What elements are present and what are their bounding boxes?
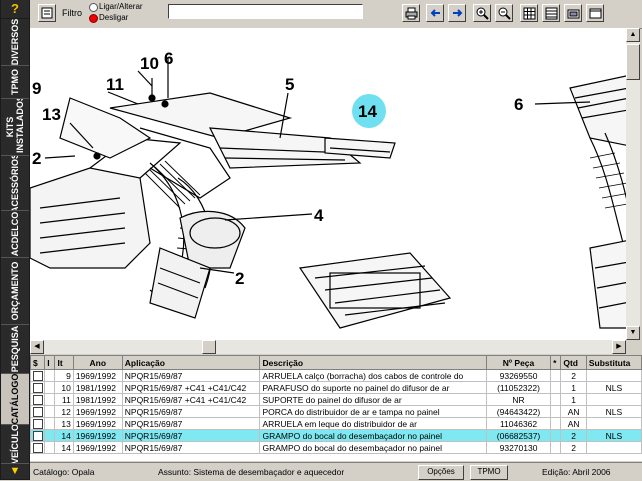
col-header[interactable]: * xyxy=(550,355,562,370)
row-checkbox[interactable] xyxy=(33,430,43,441)
radio-ligar[interactable] xyxy=(89,3,98,12)
callout-4: 4 xyxy=(314,206,324,225)
tab-veiculo[interactable]: VEÍCULO xyxy=(1,425,29,464)
callout-2-bottom: 2 xyxy=(235,269,244,288)
parts-diagram: 10 6 11 5 9 13 14 6 2 4 2 xyxy=(30,49,640,329)
col-header[interactable]: Qtd xyxy=(560,355,587,370)
help-button[interactable]: ? xyxy=(1,0,29,18)
table-row[interactable]: 12 1969/1992 NPQR15/69/87 PORCA do distr… xyxy=(30,405,642,418)
table-row[interactable]: 14 1969/1992 NPQR15/69/87 GRAMPO do boca… xyxy=(30,441,642,454)
status-bar: Catálogo: Opala Assunto: Sistema de dese… xyxy=(30,462,642,481)
options-button[interactable]: Opções xyxy=(418,465,464,480)
col-header[interactable]: I xyxy=(44,355,56,370)
tab-kits-label: KITS INSTALADOS xyxy=(5,99,25,153)
scroll-thumb-horizontal[interactable] xyxy=(202,340,216,354)
status-edicao: Edição: Abril 2006 xyxy=(542,467,611,477)
col-header[interactable]: $ xyxy=(30,355,46,370)
filter-input[interactable] xyxy=(168,4,363,19)
tab-orcamento[interactable]: ORÇAMENTO xyxy=(1,258,29,325)
row-checkbox[interactable] xyxy=(33,382,43,393)
arrow-left-icon[interactable] xyxy=(426,4,444,22)
parts-table: $ I It Ano Aplicação Descrição Nº Peça *… xyxy=(30,355,642,461)
row-checkbox[interactable] xyxy=(33,406,43,417)
tab-diversos[interactable]: DIVERSOS xyxy=(1,19,29,66)
radio-ligar-label: Ligar/Alterar xyxy=(99,2,143,11)
callout-13: 13 xyxy=(42,105,61,124)
toolbar: Filtro Ligar/Alterar Desligar xyxy=(30,0,642,29)
table-row[interactable]: 11 1981/1992 NPQR15/69/87 +C41 +C41/C42 … xyxy=(30,393,642,406)
window-icon[interactable] xyxy=(38,4,56,22)
callout-2-left: 2 xyxy=(32,149,41,168)
radio-desligar-label: Desligar xyxy=(99,13,129,22)
col-header[interactable]: Descrição xyxy=(259,355,487,370)
table-icon[interactable] xyxy=(542,4,560,22)
tab-catalogo[interactable]: CATÁLOGO xyxy=(1,374,29,425)
col-header[interactable]: It xyxy=(54,355,74,370)
horizontal-scrollbar[interactable]: ◀ ▶ xyxy=(30,340,626,354)
col-header[interactable]: Substituta xyxy=(585,355,642,370)
window-alt-icon[interactable] xyxy=(586,4,604,22)
tab-acessorios[interactable]: ACESSÓRIOS xyxy=(1,156,29,211)
tab-pesquisa[interactable]: PESQUISA xyxy=(1,325,29,374)
status-catalogo: Catálogo: Opala xyxy=(33,467,95,477)
col-header[interactable]: Aplicação xyxy=(121,355,261,370)
scroll-up-icon[interactable]: ▲ xyxy=(626,28,640,42)
filter-label: Filtro xyxy=(62,8,82,18)
zoom-out-icon[interactable] xyxy=(495,4,513,22)
table-row[interactable]: 9 1969/1992 NPQR15/69/87 ARRUELA calço (… xyxy=(30,369,642,382)
window-restore-icon[interactable] xyxy=(564,4,582,22)
tab-kits-instalados[interactable]: KITS INSTALADOS xyxy=(1,99,29,156)
scroll-left-icon[interactable]: ◀ xyxy=(30,340,44,354)
printer-icon[interactable] xyxy=(402,4,420,22)
zoom-in-icon[interactable] xyxy=(473,4,491,22)
sidebar: ? DIVERSOS TPMO KITS INSTALADOS ACESSÓRI… xyxy=(0,0,30,480)
table-row-selected[interactable]: 14 1969/1992 NPQR15/69/87 GRAMPO do boca… xyxy=(30,429,642,442)
exit-icon[interactable]: ▼ xyxy=(1,464,29,479)
col-header[interactable]: Ano xyxy=(72,355,123,370)
table-row[interactable]: 10 1981/1992 NPQR15/69/87 +C41 +C41/C42 … xyxy=(30,381,642,394)
callout-9: 9 xyxy=(32,79,41,98)
callout-5: 5 xyxy=(285,75,294,94)
scroll-thumb-vertical[interactable] xyxy=(626,44,640,80)
exploded-view-drawing[interactable]: 10 6 11 5 9 13 14 6 2 4 2 xyxy=(30,28,640,340)
tpmo-button[interactable]: TPMO xyxy=(470,465,508,480)
radio-desligar[interactable] xyxy=(89,14,98,23)
scroll-right-icon[interactable]: ▶ xyxy=(612,340,626,354)
table-header: $ I It Ano Aplicação Descrição Nº Peça *… xyxy=(30,355,642,370)
callout-11: 11 xyxy=(106,75,124,94)
scroll-down-icon[interactable]: ▼ xyxy=(626,326,640,340)
row-checkbox[interactable] xyxy=(33,418,43,429)
row-checkbox[interactable] xyxy=(33,370,43,381)
grid-icon[interactable] xyxy=(520,4,538,22)
tab-acdelco[interactable]: ACDELCO xyxy=(1,211,29,258)
col-header[interactable]: Nº Peça xyxy=(485,355,552,370)
status-assunto: Assunto: Sistema de desembaçador e aquec… xyxy=(158,467,345,477)
callout-6-right: 6 xyxy=(514,95,523,114)
tab-tpmo[interactable]: TPMO xyxy=(1,66,29,99)
vertical-scrollbar[interactable]: ▲ ▼ xyxy=(626,28,640,340)
table-row[interactable]: 13 1969/1992 NPQR15/69/87 ARRUELA em leq… xyxy=(30,417,642,430)
callout-14: 14 xyxy=(358,102,377,121)
row-checkbox[interactable] xyxy=(33,442,43,453)
arrow-right-icon[interactable] xyxy=(448,4,466,22)
callout-10: 10 xyxy=(140,54,159,73)
row-checkbox[interactable] xyxy=(33,394,43,405)
callout-6-left: 6 xyxy=(164,49,173,68)
